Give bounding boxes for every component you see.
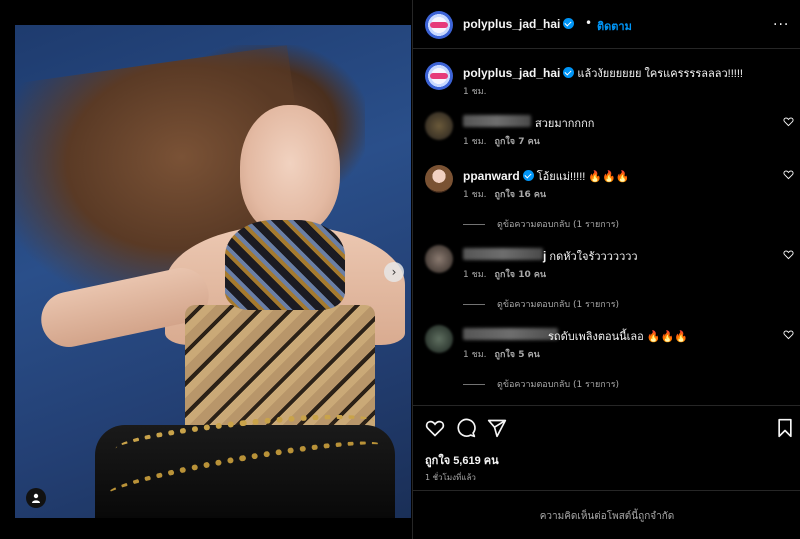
post-side-panel: polyplus_jad_hai • ติดตาม ... polyplus_j… (412, 0, 800, 539)
comment-username-redacted (463, 115, 531, 127)
comment-avatar[interactable] (425, 165, 453, 193)
likes-count[interactable]: ถูกใจ 5,619 คน (425, 451, 499, 469)
avatar[interactable] (425, 11, 453, 39)
comment-text: j กดหัวใจรัววววววว (543, 247, 638, 265)
caption-avatar[interactable] (425, 62, 453, 90)
verified-badge-icon (563, 67, 575, 78)
post-header: polyplus_jad_hai • ติดตาม ... (413, 0, 800, 49)
chevron-right-icon: › (391, 265, 397, 279)
comment-username[interactable]: j (543, 249, 546, 263)
post-image[interactable] (15, 25, 411, 518)
view-replies-link[interactable]: ดูข้อความตอบกลับ (1 รายการ) (463, 297, 619, 311)
verified-badge-icon (522, 170, 534, 181)
comment-time: 1 ชม. (463, 190, 487, 200)
comment-likes[interactable]: ถูกใจ 5 คน (495, 350, 540, 360)
post-timestamp[interactable]: 1 ชั่วโมงที่แล้ว (425, 471, 476, 484)
caption-text: polyplus_jad_hai แล้วงัยยยยยย ใครแครรรรล… (463, 64, 793, 82)
caption-time: 1 ชม. (463, 87, 487, 97)
view-replies-link[interactable]: ดูข้อความตอบกลับ (1 รายการ) (463, 377, 619, 391)
comment-text: รถดับเพลิงตอนนี้เลอ 🔥🔥🔥 (548, 331, 688, 343)
next-image-button[interactable]: › (384, 262, 404, 282)
comment-meta: 1 ชม. ถูกใจ 16 คน (463, 187, 546, 201)
comment-meta: 1 ชม. ถูกใจ 7 คน (463, 134, 540, 148)
heart-icon[interactable] (783, 329, 794, 340)
comment-username-redacted (463, 328, 558, 340)
caption-username[interactable]: polyplus_jad_hai (463, 66, 560, 80)
comment-avatar[interactable] (425, 325, 453, 353)
heart-icon[interactable] (783, 116, 794, 127)
comment-likes[interactable]: ถูกใจ 10 คน (495, 270, 547, 280)
replies-divider (463, 304, 485, 305)
post-dialog: › polyplus_jad_hai • ติดตาม ... polyplus… (0, 0, 800, 539)
comment-avatar[interactable] (425, 112, 453, 140)
comment-time: 1 ชม. (463, 137, 487, 147)
comment-body: กดหัวใจรัววววววว (549, 251, 638, 263)
view-replies-link[interactable]: ดูข้อความตอบกลับ (1 รายการ) (463, 217, 619, 231)
user-tag-icon (32, 493, 40, 503)
comment-item: รถดับเพลิงตอนนี้เลอ 🔥🔥🔥 1 ชม. ถูกใจ 5 คน … (413, 325, 800, 390)
follow-button[interactable]: ติดตาม (597, 17, 632, 35)
bookmark-icon[interactable] (775, 418, 795, 438)
heart-icon[interactable] (425, 418, 445, 438)
comment-item: สวยมากกกก 1 ชม. ถูกใจ 7 คน (413, 112, 800, 172)
replies-divider (463, 384, 485, 385)
comments-limited-notice: ความคิดเห็นต่อโพสต์นี้ถูกจำกัด (413, 490, 800, 539)
comment-item: j กดหัวใจรัววววววว 1 ชม. ถูกใจ 10 คน ดูข้… (413, 245, 800, 310)
tagged-users-button[interactable] (26, 488, 46, 508)
verified-badge-icon (563, 18, 575, 29)
caption-body: แล้วงัยยยยยย ใครแครรรรลลลว!!!!! (577, 68, 743, 80)
more-options-icon[interactable]: ... (773, 13, 789, 29)
comment-text: สวยมากกกก (535, 118, 595, 130)
comment-avatar[interactable] (425, 245, 453, 273)
comment-time: 1 ชม. (463, 350, 487, 360)
replies-divider (463, 224, 485, 225)
comment-item: ppanward โอ้ยแม่!!!!! 🔥🔥🔥 1 ชม. ถูกใจ 16 … (413, 165, 800, 230)
separator-dot: • (585, 16, 593, 30)
comment-time: 1 ชม. (463, 270, 487, 280)
image-scarf (225, 220, 345, 310)
comment-icon[interactable] (456, 418, 476, 438)
comment-username-redacted (463, 248, 543, 260)
post-actions: ถูกใจ 5,619 คน 1 ชั่วโมงที่แล้ว ความคิดเ… (413, 405, 800, 539)
heart-icon[interactable] (783, 249, 794, 260)
comment-meta: 1 ชม. ถูกใจ 5 คน (463, 347, 540, 361)
image-face (240, 105, 340, 235)
comment-likes[interactable]: ถูกใจ 16 คน (495, 190, 547, 200)
heart-icon[interactable] (783, 169, 794, 180)
comment-meta: 1 ชม. ถูกใจ 10 คน (463, 267, 546, 281)
comment-username[interactable]: ppanward (463, 169, 520, 183)
comment-body: โอ้ยแม่!!!!! 🔥🔥🔥 (536, 171, 630, 183)
comment-likes[interactable]: ถูกใจ 7 คน (495, 137, 540, 147)
header-username[interactable]: polyplus_jad_hai (463, 17, 575, 31)
comment-text: ppanward โอ้ยแม่!!!!! 🔥🔥🔥 (463, 167, 629, 185)
share-icon[interactable] (487, 418, 507, 438)
